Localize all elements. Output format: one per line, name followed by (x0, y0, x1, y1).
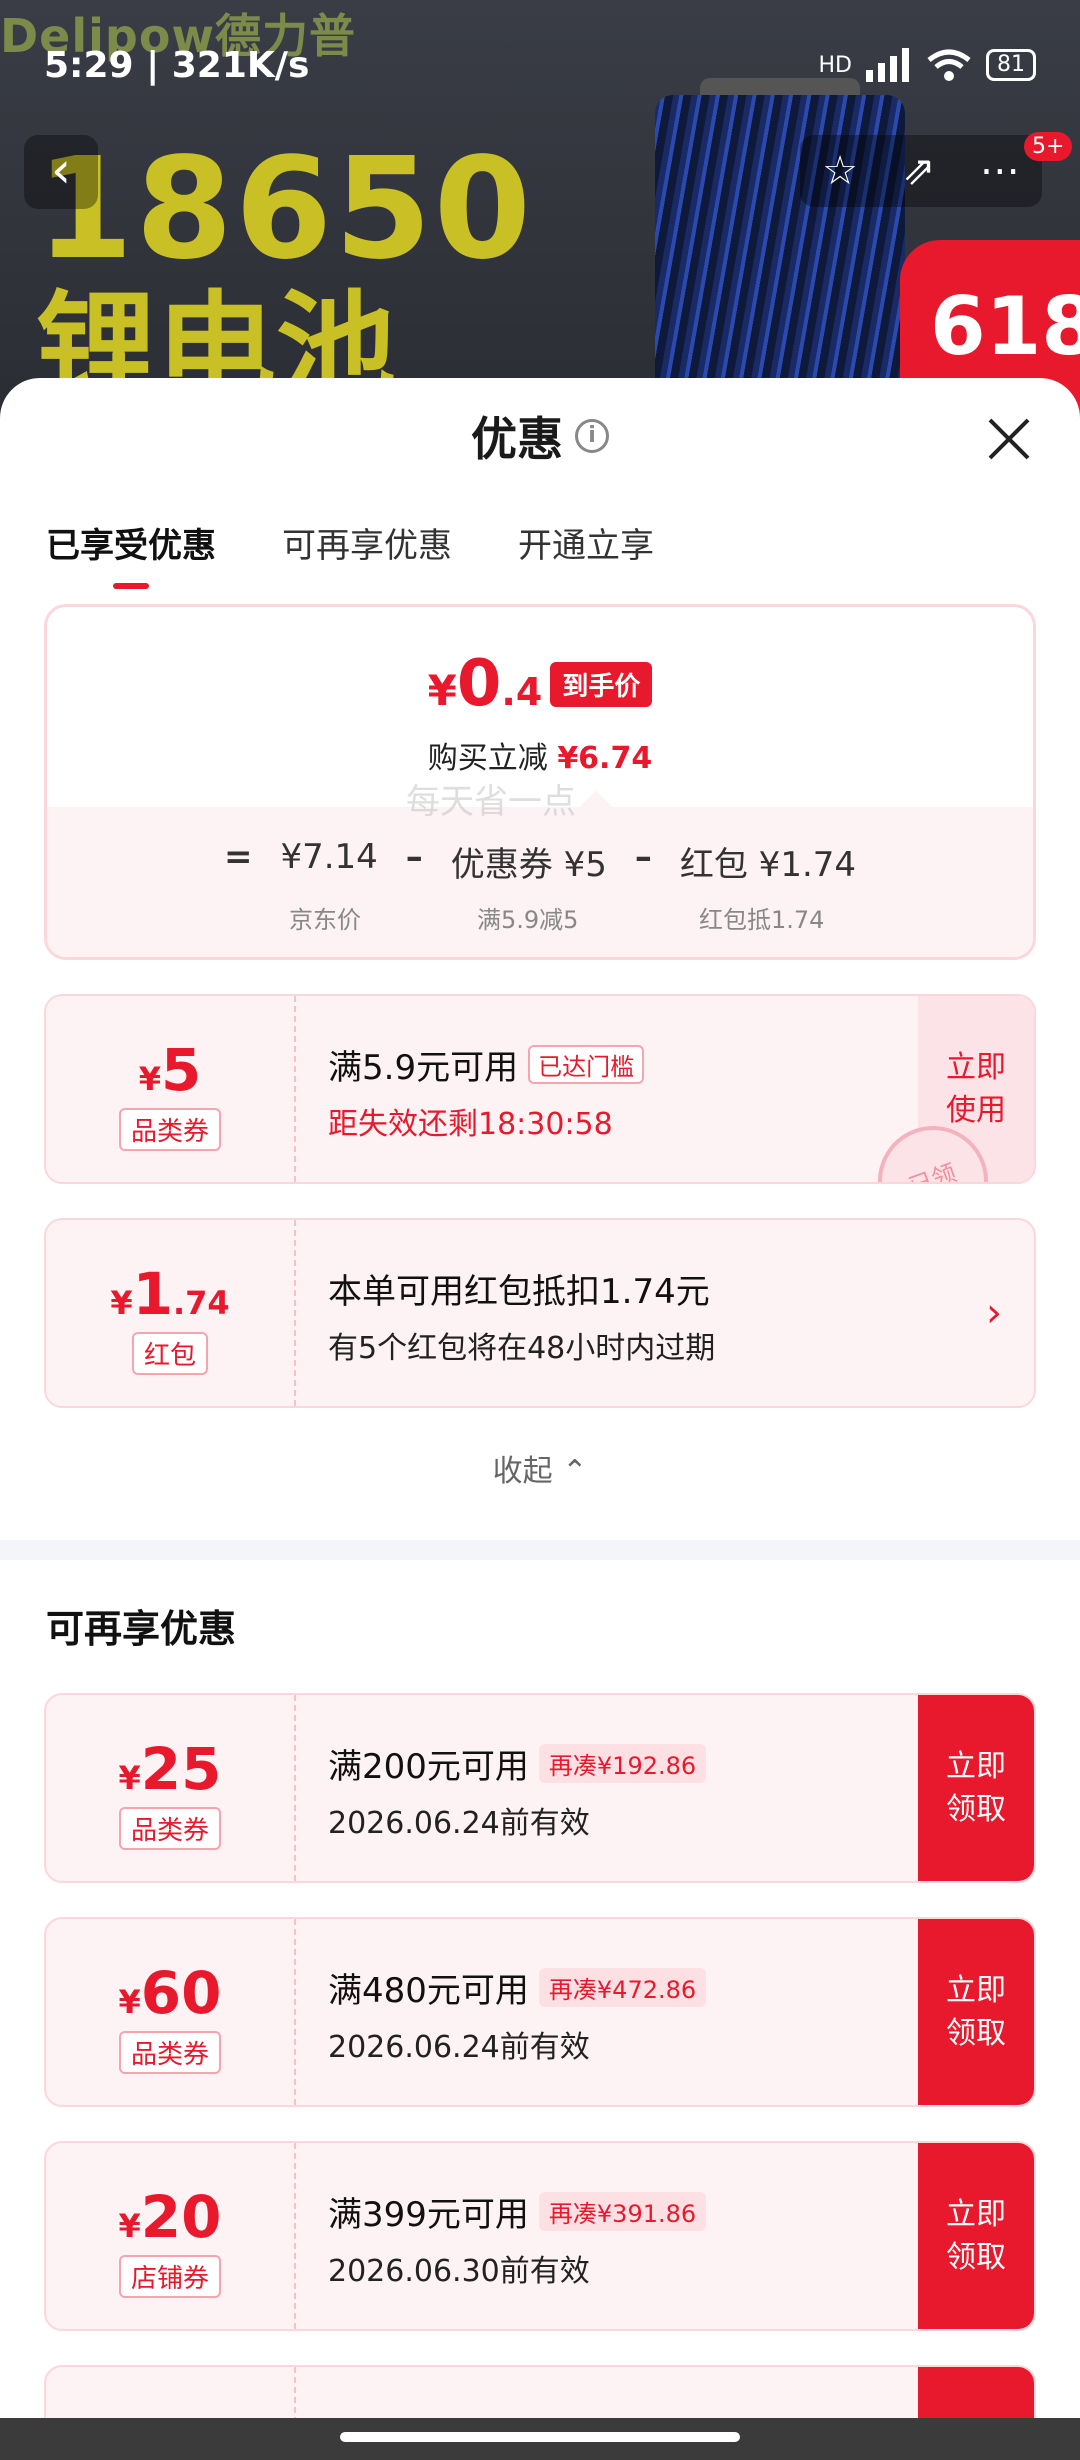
tab-bar: 已享受优惠 可再享优惠 开通立享 (0, 494, 1080, 590)
coupon-deduction: 优惠券 ¥5 (450, 845, 607, 885)
applied-coupon[interactable]: ¥5 品类券 满5.9元可用 已达门槛 距失效还剩18:30:58 立即 使用 已领 (44, 994, 1036, 1184)
redpack-card[interactable]: ¥1.74 红包 本单可用红包抵扣1.74元 有5个红包将在48小时内过期 › (44, 1218, 1036, 1408)
coupon-countdown: 距失效还剩18:30:58 (328, 1107, 613, 1142)
more-discounts-title: 可再享优惠 (46, 1607, 237, 1651)
claim-coupon-button[interactable]: 立即 领取 (918, 1919, 1034, 2105)
redpack-expiry: 有5个红包将在48小时内过期 (328, 1331, 716, 1366)
wifi-icon (927, 49, 971, 81)
jd-price: ¥7.14 (280, 837, 378, 877)
final-price: ¥0.4 (427, 647, 543, 721)
tab-open-now[interactable]: 开通立享 (518, 518, 654, 567)
redpack-type: 红包 (131, 1332, 208, 1375)
share-icon[interactable]: ⇗ (902, 148, 936, 194)
coupon-condition: 满200元可用 (328, 1747, 529, 1787)
caption-coupon: 满5.9减5 (477, 906, 579, 934)
status-bar: 5:29 | 321K/s HD 81 (44, 40, 1036, 90)
home-indicator[interactable] (340, 2432, 740, 2442)
sheet-title: 优惠 (471, 412, 563, 466)
coupon-type: 品类券 (118, 2031, 221, 2074)
coupon-amount: ¥60 (118, 1959, 222, 2027)
claim-coupon-button[interactable] (918, 2367, 1034, 2418)
redpack-description: 本单可用红包抵扣1.74元 (328, 1272, 710, 1312)
remaining-tag: 再凑¥472.86 (538, 1968, 707, 2007)
close-icon[interactable] (984, 414, 1034, 464)
sheet-header: 优惠 i (0, 378, 1080, 494)
final-price-tag: 到手价 (550, 661, 653, 707)
redpack-amount: ¥1.74 (110, 1260, 230, 1328)
info-icon[interactable]: i (575, 419, 609, 453)
coupon-amount: ¥25 (118, 1735, 222, 1803)
discount-sheet: 优惠 i 已享受优惠 可再享优惠 开通立享 ¥0.4 到手价 购买立减 ¥6.7… (0, 378, 1080, 2418)
tab-more-available[interactable]: 可再享优惠 (282, 518, 452, 567)
battery-icon: 81 (986, 49, 1036, 81)
back-button[interactable]: ‹ (24, 135, 98, 209)
caption-jd-price: 京东价 (289, 906, 361, 934)
coupon-validity: 2026.06.30前有效 (328, 2254, 590, 2289)
collapse-button[interactable]: 收起 ⌃ (0, 1446, 1080, 1506)
coupon-condition: 满480元可用 (328, 1971, 529, 2011)
redpack-deduction: 红包 ¥1.74 (679, 845, 857, 885)
reduce-value: ¥6.74 (557, 741, 653, 776)
nav-actions: ☆ ⇗ ⋯ (800, 135, 1042, 207)
headline-model: 18650 (36, 128, 534, 291)
claim-coupon-button[interactable]: 立即 领取 (918, 1695, 1034, 1881)
coupon-card[interactable]: ¥60 品类券 满480元可用 再凑¥472.86 2026.06.24前有效 立… (44, 1917, 1036, 2107)
remaining-tag: 再凑¥391.86 (538, 2192, 707, 2231)
price-formula: = ¥7.14 – 优惠券 ¥5 – 红包 ¥1.74 京东价 满5.9减5 红… (47, 807, 1033, 957)
status-time: 5:29 | 321K/s (44, 44, 310, 86)
watermark-text: 每天省一点 (406, 782, 576, 822)
hd-icon: HD (818, 52, 852, 78)
signal-icon (866, 48, 909, 82)
coupon-card[interactable]: ¥20 店铺券 满399元可用 再凑¥391.86 2026.06.30前有效 立… (44, 2141, 1036, 2331)
coupon-card-partial[interactable] (44, 2365, 1036, 2418)
coupon-type: 店铺券 (118, 2255, 221, 2298)
caption-redpack: 红包抵1.74 (699, 906, 825, 934)
section-divider (0, 1540, 1080, 1560)
coupon-amount: ¥20 (118, 2183, 222, 2251)
coupon-type: 品类券 (118, 1108, 221, 1151)
coupon-card[interactable]: ¥25 品类券 满200元可用 再凑¥192.86 2026.06.24前有效 立… (44, 1693, 1036, 1883)
reduce-line: 购买立减 ¥6.74 (427, 741, 653, 776)
claim-coupon-button[interactable]: 立即 领取 (918, 2143, 1034, 2329)
chevron-right-icon[interactable]: › (954, 1220, 1034, 1406)
favorite-icon[interactable]: ☆ (822, 148, 858, 194)
tab-enjoyed[interactable]: 已享受优惠 (46, 518, 216, 589)
coupon-condition: 满5.9元可用 (328, 1048, 519, 1088)
coupon-type: 品类券 (118, 1807, 221, 1850)
message-count-badge: 5+ (1024, 132, 1073, 161)
coupon-condition: 满399元可用 (328, 2195, 529, 2235)
coupon-validity: 2026.06.24前有效 (328, 1806, 590, 1841)
coupon-amount: ¥5 (138, 1036, 202, 1104)
threshold-tag: 已达门槛 (528, 1045, 645, 1084)
remaining-tag: 再凑¥192.86 (538, 1744, 707, 1783)
more-icon[interactable]: ⋯ (980, 148, 1020, 194)
coupon-validity: 2026.06.24前有效 (328, 2030, 590, 2065)
